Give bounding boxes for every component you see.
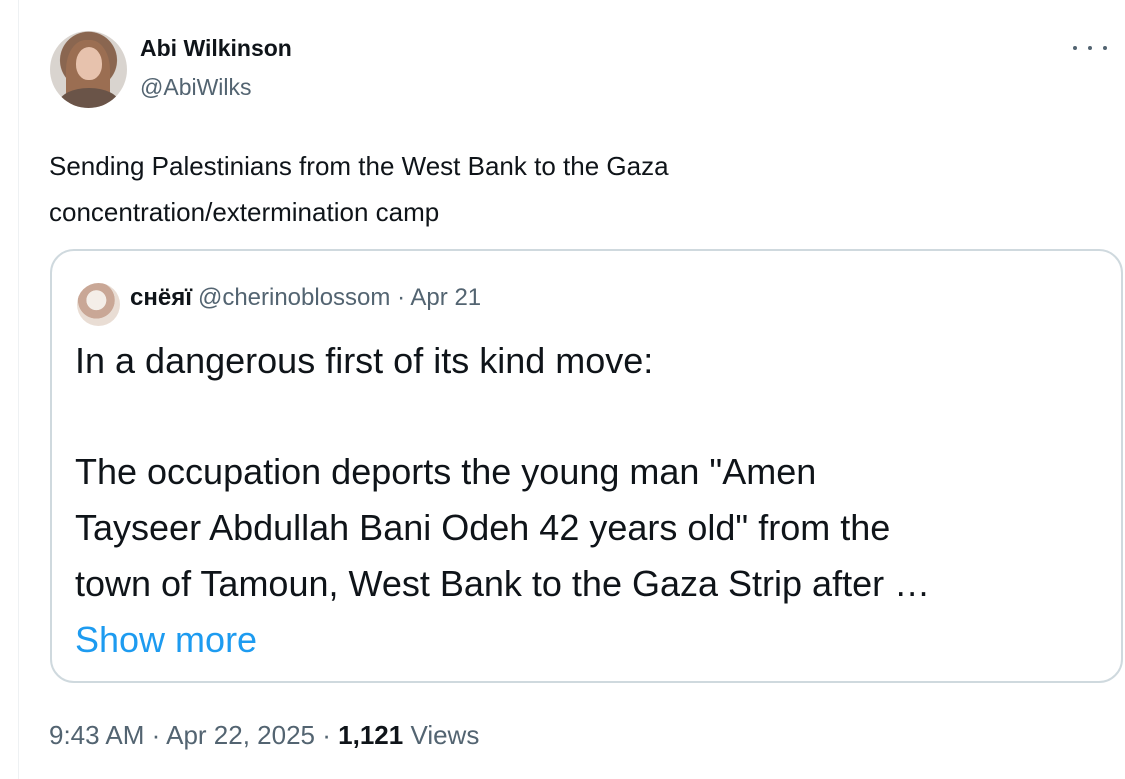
author-avatar[interactable] xyxy=(50,31,127,108)
quoted-tweet-card[interactable]: снёяї @cherinoblossom · Apr 21 In a dange… xyxy=(50,249,1123,683)
author-name[interactable]: Abi Wilkinson xyxy=(140,35,292,62)
quoted-text-line: Tayseer Abdullah Bani Odeh 42 years old"… xyxy=(75,507,891,548)
author-handle[interactable]: @AbiWilks xyxy=(140,74,252,101)
quoted-text-line: In a dangerous first of its kind move: xyxy=(75,340,654,381)
quoted-tweet-header: снёяї @cherinoblossom · Apr 21 xyxy=(130,284,481,312)
meta-separator: · xyxy=(322,720,331,750)
quoted-text-line: The occupation deports the young man "Am… xyxy=(75,451,817,492)
quoted-tweet-body: In a dangerous first of its kind move: T… xyxy=(75,333,1105,668)
timeline-border xyxy=(18,0,19,779)
avatar-face xyxy=(76,47,102,80)
tweet-timestamp: 9:43 AM · Apr 22, 2025 · 1,121 Views xyxy=(49,720,479,751)
quoted-text-line: town of Tamoun, West Bank to the Gaza St… xyxy=(75,563,931,604)
views-count: 1,121 xyxy=(338,720,404,750)
header-separator: · xyxy=(397,284,406,311)
tweet-text-line: Sending Palestinians from the West Bank … xyxy=(49,151,669,181)
more-options-icon[interactable] xyxy=(1073,38,1107,58)
views-label: Views xyxy=(410,720,480,750)
quoted-author-avatar xyxy=(77,283,120,326)
quoted-author-handle: @cherinoblossom xyxy=(197,284,391,311)
show-more-link[interactable]: Show more xyxy=(75,612,1105,668)
tweet-date[interactable]: Apr 22, 2025 xyxy=(166,720,315,750)
quoted-tweet-date: Apr 21 xyxy=(410,284,482,311)
avatar-body xyxy=(59,88,119,108)
tweet-time[interactable]: 9:43 AM xyxy=(49,720,144,750)
tweet-text: Sending Palestinians from the West Bank … xyxy=(49,143,869,235)
tweet-text-line: concentration/extermination camp xyxy=(49,197,440,227)
quoted-author-name: снёяї xyxy=(130,284,192,311)
meta-separator: · xyxy=(151,720,161,750)
